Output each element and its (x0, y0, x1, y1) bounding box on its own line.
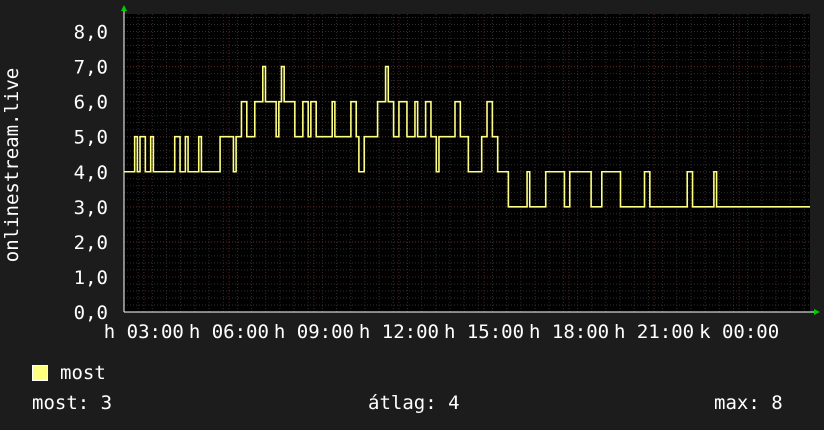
y-tick-labels: 0,01,02,03,04,05,06,07,08,0 (74, 22, 108, 324)
stat-max: max: 8 (714, 392, 783, 414)
stat-current: most: 3 (32, 392, 113, 414)
y-tick-label: 7,0 (74, 57, 108, 79)
legend-label: most (60, 362, 106, 384)
y-tick-label: 8,0 (74, 22, 108, 44)
x-tick-label: h 21:00 (614, 321, 694, 343)
legend: most (32, 362, 106, 384)
x-tick-label: h 15:00 (444, 321, 524, 343)
x-tick-label: h 18:00 (529, 321, 609, 343)
stat-average: átlag: 4 (368, 392, 460, 414)
x-tick-label: h 12:00 (359, 321, 439, 343)
y-tick-label: 1,0 (74, 267, 108, 289)
y-tick-label: 2,0 (74, 232, 108, 254)
x-tick-labels: h 03:00 h 06:00 h 09:00 h 12:00 h 15:00 h 18:… (104, 321, 779, 343)
legend-swatch (32, 365, 48, 381)
line-chart: 0,01,02,03,04,05,06,07,08,0 h 03:00 h 06:… (74, 5, 820, 343)
x-axis-arrow-icon (814, 309, 820, 315)
y-tick-label: 5,0 (74, 127, 108, 149)
x-tick-label: h 03:00 (104, 321, 184, 343)
plot-area (124, 14, 810, 312)
y-axis-arrow-icon (121, 5, 127, 11)
y-axis-title: onlinestream.live (1, 67, 23, 263)
x-tick-label: h 06:00 (189, 321, 269, 343)
chart-panel: 0,0 1,0 2,0 3,0 4,0 5,0 6,0 7,0 8,0 h 03:00 h 06:… (0, 0, 824, 430)
x-tick-label: k 00:00 (699, 321, 779, 343)
y-tick-label: 3,0 (74, 197, 108, 219)
y-tick-label: 4,0 (74, 162, 108, 184)
y-tick-label: 6,0 (74, 92, 108, 114)
x-tick-label: h 09:00 (274, 321, 354, 343)
